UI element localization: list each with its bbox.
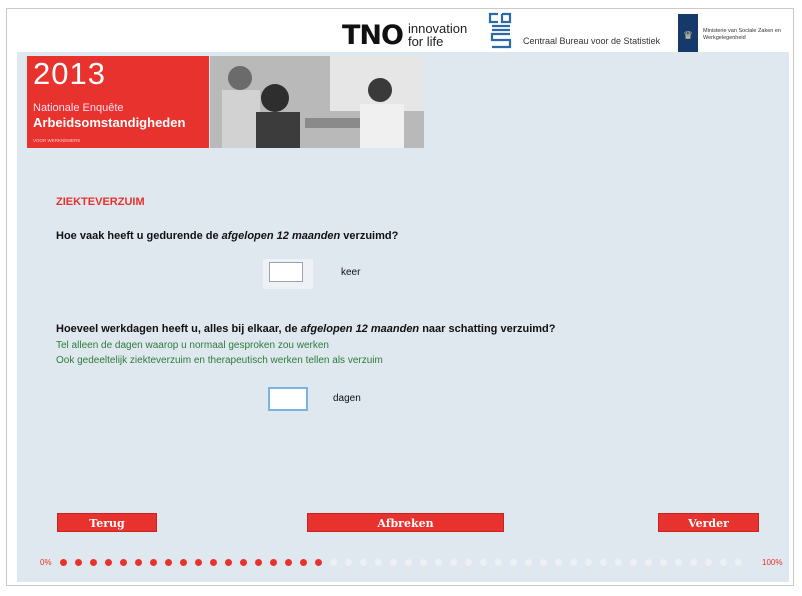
cbs-name: Centraal Bureau voor de Statistiek xyxy=(523,36,661,46)
progress-dot xyxy=(405,559,412,566)
progress-dot xyxy=(645,559,652,566)
progress-dot xyxy=(225,559,232,566)
section-title: ZIEKTEVERZUIM xyxy=(56,196,145,208)
ministry-crest-icon: ♛ xyxy=(678,14,698,56)
progress-dot xyxy=(555,559,562,566)
progress-bar xyxy=(60,558,760,568)
question-2-hint-2: Ook gedeeltelijk ziekteverzuim en therap… xyxy=(56,355,383,366)
progress-dot xyxy=(705,559,712,566)
progress-dot xyxy=(270,559,277,566)
days-absent-input[interactable] xyxy=(268,387,308,411)
progress-dot xyxy=(345,559,352,566)
question-1: Hoe vaak heeft u gedurende de afgelopen … xyxy=(56,230,398,242)
progress-dot xyxy=(240,559,247,566)
progress-dot xyxy=(660,559,667,566)
question-2: Hoeveel werkdagen heeft u, alles bij elk… xyxy=(56,323,555,335)
days-unit-label: dagen xyxy=(333,393,361,404)
question-1-emphasis: afgelopen 12 maanden xyxy=(221,230,341,242)
progress-dot xyxy=(135,559,142,566)
cbs-logo-icon xyxy=(488,12,512,49)
progress-dot xyxy=(615,559,622,566)
progress-start-label: 0% xyxy=(40,558,52,567)
ministry-name: Ministerie van Sociale Zaken en Werkgele… xyxy=(703,28,781,41)
banner-title: Arbeidsomstandigheden xyxy=(33,115,186,130)
tno-logo: TNO innovation for life xyxy=(342,18,467,52)
progress-dot xyxy=(285,559,292,566)
progress-dot xyxy=(390,559,397,566)
progress-dot xyxy=(375,559,382,566)
question-2-suffix: naar schatting verzuimd? xyxy=(419,323,556,335)
progress-dot xyxy=(675,559,682,566)
banner-audience: VOOR WERKNEMERS xyxy=(33,138,81,143)
progress-dot xyxy=(60,559,67,566)
progress-dot xyxy=(585,559,592,566)
progress-dot xyxy=(525,559,532,566)
progress-dot xyxy=(450,559,457,566)
progress-dot xyxy=(360,559,367,566)
question-2-hint-1: Tel alleen de dagen waarop u normaal ges… xyxy=(56,340,329,351)
abort-button[interactable]: Afbreken xyxy=(307,513,504,532)
question-2-emphasis: afgelopen 12 maanden xyxy=(300,323,420,335)
next-button[interactable]: Verder xyxy=(658,513,759,532)
progress-dot xyxy=(315,559,322,566)
question-1-prefix: Hoe vaak heeft u gedurende de xyxy=(56,230,222,242)
progress-dot xyxy=(120,559,127,566)
progress-dot xyxy=(330,559,337,566)
progress-dot xyxy=(210,559,217,566)
progress-dot xyxy=(75,559,82,566)
progress-dot xyxy=(420,559,427,566)
progress-dot xyxy=(630,559,637,566)
back-button[interactable]: Terug xyxy=(57,513,157,532)
progress-dot xyxy=(180,559,187,566)
progress-dot xyxy=(195,559,202,566)
progress-end-label: 100% xyxy=(762,558,783,567)
progress-dot xyxy=(540,559,547,566)
progress-dot xyxy=(105,559,112,566)
progress-dot xyxy=(495,559,502,566)
question-2-prefix: Hoeveel werkdagen heeft u, alles bij elk… xyxy=(56,323,301,335)
progress-dot xyxy=(510,559,517,566)
progress-dot xyxy=(90,559,97,566)
progress-dot xyxy=(255,559,262,566)
survey-banner: 2013 Nationale Enquête Arbeidsomstandigh… xyxy=(27,56,209,148)
progress-dot xyxy=(735,559,742,566)
progress-dot xyxy=(465,559,472,566)
progress-dot xyxy=(165,559,172,566)
banner-subtitle: Nationale Enquête xyxy=(33,102,124,114)
progress-dot xyxy=(600,559,607,566)
tno-tagline: innovation for life xyxy=(408,22,467,48)
times-unit-label: keer xyxy=(341,267,361,278)
progress-dot xyxy=(690,559,697,566)
banner-year: 2013 xyxy=(33,56,106,91)
progress-dot xyxy=(720,559,727,566)
times-absent-input[interactable] xyxy=(269,262,303,282)
progress-dot xyxy=(435,559,442,566)
tno-mark: TNO xyxy=(342,19,404,51)
tno-tagline-line2: for life xyxy=(407,34,444,49)
progress-dot xyxy=(570,559,577,566)
question-1-suffix: verzuimd? xyxy=(340,230,399,242)
progress-dot xyxy=(150,559,157,566)
progress-dot xyxy=(300,559,307,566)
banner-photo xyxy=(210,56,424,148)
progress-dot xyxy=(480,559,487,566)
